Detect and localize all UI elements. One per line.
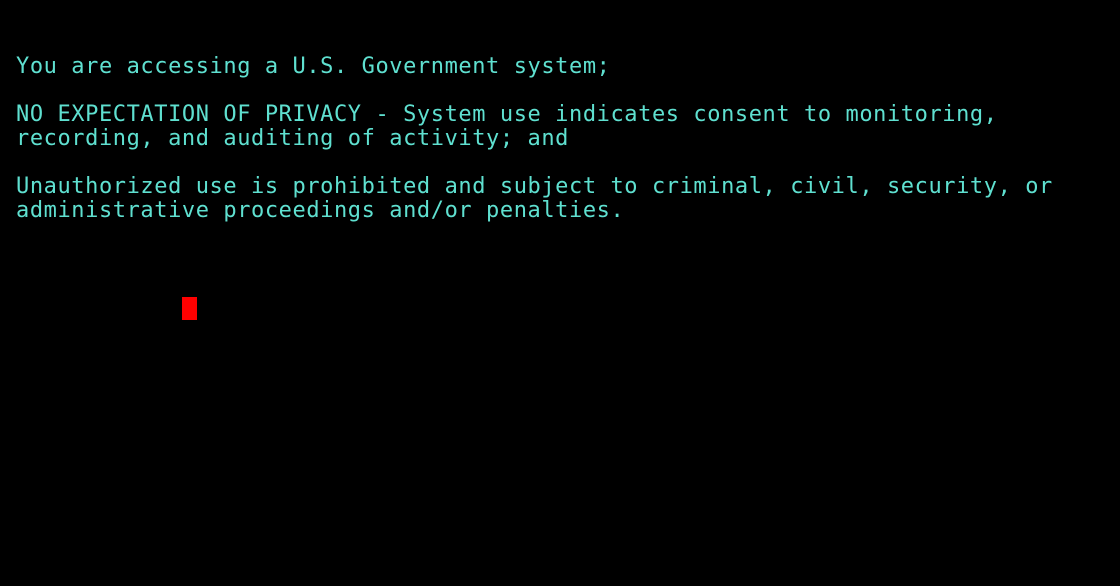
banner-line-penalties: administrative proceedings and/or penalt…: [16, 198, 625, 223]
terminal-screen[interactable]: You are accessing a U.S. Government syst…: [0, 0, 1120, 586]
banner-line-government-system: You are accessing a U.S. Government syst…: [16, 54, 611, 79]
banner-line-privacy-notice: NO EXPECTATION OF PRIVACY - System use i…: [16, 102, 998, 127]
terminal-cursor[interactable]: [182, 297, 197, 320]
banner-line-privacy-notice-continued: recording, and auditing of activity; and: [16, 126, 570, 151]
banner-line-unauthorized-use: Unauthorized use is prohibited and subje…: [16, 174, 1053, 199]
